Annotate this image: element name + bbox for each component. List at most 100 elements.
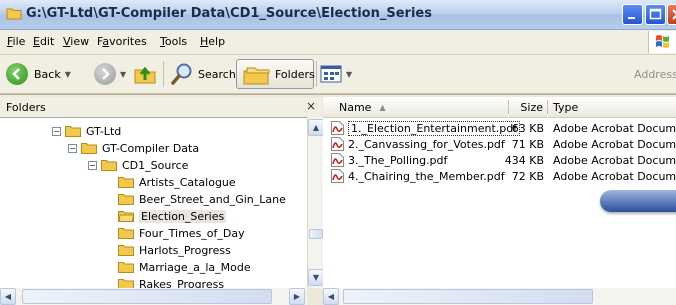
folders-pane-title: Folders [6,101,46,114]
tree-item-election-series[interactable]: Election_Series [118,207,227,225]
forward-button[interactable]: ▼ [94,55,126,93]
search-button[interactable]: Search [170,55,236,93]
back-button[interactable]: Back ▼ [6,55,71,93]
scroll-left-button[interactable]: ◀ [0,288,16,305]
folder-icon [118,194,134,205]
file-name: 2._Canvassing_for_Votes.pdf [348,137,505,151]
panes-divider [0,94,676,95]
tree-item-marriage-a-la-mode[interactable]: Marriage_a_la_Mode [118,258,251,276]
forward-dropdown-icon[interactable]: ▼ [120,70,126,79]
file-size: 434 KB [504,154,544,167]
folder-icon [6,8,22,20]
column-size-label: Size [520,100,543,114]
folder-tree-vertical-scrollbar[interactable]: ▲ ▼ [307,117,324,288]
column-header-name[interactable]: Name ▲ [323,97,508,118]
file-name: 4._Chairing_the_Member.pdf [348,169,505,183]
file-type: Adobe Acrobat Document [553,170,676,183]
close-button[interactable] [667,4,676,25]
chevron-up-icon: ▲ [312,123,320,132]
back-arrow-icon [6,63,28,85]
folder-icon [101,160,117,171]
title-bar[interactable]: G:\GT-Ltd\GT-Compiler Data\CD1_Source\El… [0,0,676,30]
tree-item-label: Four_Times_of_Day [139,226,245,240]
tree-item-four-times-of-day[interactable]: Four_Times_of_Day [118,224,245,242]
window-title: G:\GT-Ltd\GT-Compiler Data\CD1_Source\El… [26,6,432,21]
folder-icon [118,245,134,256]
scroll-thumb[interactable] [343,289,593,304]
maximize-icon [649,8,662,20]
folders-pane-close-button[interactable]: × [306,99,316,113]
tree-item-gt-ltd[interactable]: − GT-Ltd [52,122,121,140]
tree-item-artists-catalogue[interactable]: Artists_Catalogue [118,173,236,191]
minimize-button[interactable] [622,4,643,25]
file-type: Adobe Acrobat Document [553,122,676,135]
tree-item-label: Artists_Catalogue [139,175,236,189]
pdf-icon [331,137,344,151]
file-row[interactable]: 1._Election_Entertainment.pdf [331,120,521,136]
file-list-horizontal-scrollbar[interactable]: ◀ [323,288,676,305]
tree-item-harlots-progress[interactable]: Harlots_Progress [118,241,231,259]
menu-edit[interactable]: Edit [33,35,54,48]
sort-ascending-icon: ▲ [379,102,386,112]
tree-item-gt-compiler-data[interactable]: − GT-Compiler Data [68,139,199,157]
scroll-right-button[interactable]: ▶ [289,288,305,305]
folders-icon [243,67,270,85]
menu-favorites[interactable]: Favorites [97,35,147,48]
back-dropdown-icon[interactable]: ▼ [65,70,71,79]
open-folder-icon [118,211,134,222]
standard-toolbar: Back ▼ ▼ Search Folders ▼ Address [0,55,676,94]
chevron-right-icon: ▶ [293,292,301,301]
folders-button[interactable]: Folders [242,55,315,93]
maximize-button[interactable] [645,4,666,25]
scroll-up-button[interactable]: ▲ [308,119,324,136]
address-label: Address [634,68,676,81]
folder-tree: − GT-Ltd − GT-Compiler Data − CD1_Source… [0,117,307,289]
column-type-label: Type [553,100,579,114]
windows-logo [648,31,676,53]
chevron-left-icon: ◀ [4,292,12,301]
tree-item-cd1-source[interactable]: − CD1_Source [88,156,188,174]
chevron-down-icon: ▼ [312,273,320,282]
tree-item-rakes-progress[interactable]: Rakes_Progress [118,275,224,289]
file-size: 71 KB [511,138,544,151]
up-folder-button[interactable] [133,55,157,93]
menu-file[interactable]: File [7,35,25,48]
file-row[interactable]: 3._The_Polling.pdf [331,152,447,168]
chevron-left-icon: ◀ [327,292,335,301]
scroll-thumb[interactable] [309,229,323,239]
views-button[interactable]: ▼ [320,55,352,93]
file-size: 72 KB [511,170,544,183]
menu-view[interactable]: View [63,35,89,48]
scroll-left-button[interactable]: ◀ [323,288,339,305]
column-header-type[interactable]: Type [548,97,676,118]
tree-item-label: CD1_Source [122,158,189,172]
tree-item-label: Harlots_Progress [139,243,231,257]
decorative-shape [600,190,676,212]
explorer-window: G:\GT-Ltd\GT-Compiler Data\CD1_Source\El… [0,0,676,305]
collapse-toggle-icon[interactable]: − [88,160,97,170]
folder-icon [118,228,134,239]
toolbar-separator [316,61,317,87]
menu-help[interactable]: Help [200,35,225,48]
tree-item-label: GT-Ltd [86,124,122,138]
toolbar-separator [163,61,164,87]
folders-label: Folders [275,67,315,81]
menu-bar: File Edit View Favorites Tools Help [0,30,676,55]
folder-icon [118,262,134,273]
file-name: 3._The_Polling.pdf [348,153,448,167]
folder-tree-horizontal-scrollbar[interactable]: ◀ ▶ [0,288,307,305]
pdf-icon [331,169,344,183]
views-dropdown-icon[interactable]: ▼ [346,70,352,79]
folder-icon [118,177,134,188]
menu-tools[interactable]: Tools [160,35,187,48]
file-size: 63 KB [511,122,544,135]
tree-item-beer-street[interactable]: Beer_Street_and_Gin_Lane [118,190,286,208]
scroll-down-button[interactable]: ▼ [308,269,324,286]
file-row[interactable]: 2._Canvassing_for_Votes.pdf [331,136,505,152]
column-header-size[interactable]: Size [509,97,547,118]
collapse-toggle-icon[interactable]: − [52,126,61,136]
collapse-toggle-icon[interactable]: − [68,143,77,153]
file-row[interactable]: 4._Chairing_the_Member.pdf [331,168,505,184]
search-icon [171,63,192,85]
scroll-thumb[interactable] [22,289,272,304]
